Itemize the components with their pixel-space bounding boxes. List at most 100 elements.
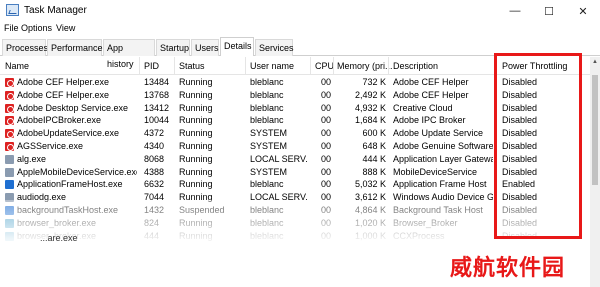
- tab-processes[interactable]: Processes: [2, 39, 48, 56]
- cell-memory: 648 K: [362, 141, 386, 151]
- menu-bar: File Options View: [0, 22, 600, 36]
- cell-status: Running: [179, 179, 213, 190]
- vertical-scrollbar[interactable]: ▲: [590, 57, 600, 287]
- scroll-thumb[interactable]: [592, 75, 598, 185]
- cell-status: Running: [179, 153, 213, 164]
- truncated-process-name: ...are.exe: [40, 233, 78, 243]
- tab-app-history[interactable]: App history: [103, 39, 155, 69]
- cell-name: alg.exe: [17, 153, 47, 164]
- cell-cpu: 00: [320, 166, 331, 177]
- cell-pid: 13768: [144, 89, 170, 100]
- adobe-app-icon: [5, 142, 14, 151]
- menu-view[interactable]: View: [56, 23, 75, 33]
- cell-status: Running: [179, 128, 213, 139]
- tab-details[interactable]: Details: [220, 37, 254, 56]
- cell-cpu: 00: [320, 153, 331, 164]
- cell-status: Running: [179, 77, 213, 87]
- tab-users[interactable]: Users: [191, 39, 219, 56]
- cell-user: LOCAL SERV...: [250, 153, 308, 164]
- cell-description: Adobe Update Service: [393, 128, 484, 139]
- cell-name: AdobeIPCBroker.exe: [17, 115, 102, 126]
- cell-name: Adobe Desktop Service.exe: [17, 102, 129, 113]
- adobe-app-icon: [5, 116, 14, 126]
- cell-description: Creative Cloud: [393, 102, 453, 113]
- cell-memory: 4,932 K: [354, 102, 386, 113]
- cell-user: bleblanc: [250, 89, 284, 100]
- minimize-button[interactable]: —: [498, 0, 532, 22]
- header-divider[interactable]: [310, 57, 311, 75]
- cell-user: SYSTEM: [250, 128, 288, 139]
- cell-user: SYSTEM: [250, 141, 288, 151]
- cell-memory: 2,492 K: [354, 89, 386, 100]
- process-icon: [5, 154, 14, 164]
- tab-performance[interactable]: Performance: [47, 39, 103, 56]
- cell-cpu: 00: [320, 89, 331, 100]
- cell-name: ApplicationFrameHost.exe: [17, 179, 123, 190]
- header-user-name[interactable]: User name: [250, 61, 294, 71]
- cell-status: Running: [179, 102, 213, 113]
- header-name[interactable]: Name: [5, 61, 29, 71]
- close-button[interactable]: ✕: [566, 0, 600, 22]
- cell-memory: 5,032 K: [354, 179, 386, 190]
- cell-user: bleblanc: [250, 115, 284, 126]
- tab-services[interactable]: Services: [255, 39, 294, 56]
- adobe-app-icon: [5, 90, 14, 100]
- cell-description: Adobe CEF Helper: [393, 89, 469, 100]
- cell-user: bleblanc: [250, 102, 284, 113]
- cell-cpu: 00: [320, 128, 331, 139]
- cell-pid: 4340: [144, 141, 165, 151]
- cell-memory: 732 K: [362, 77, 386, 87]
- adobe-app-icon: [5, 103, 14, 113]
- cell-user: SYSTEM: [250, 166, 288, 177]
- cell-status: Running: [179, 115, 213, 126]
- cell-name: AGSService.exe: [17, 141, 84, 151]
- cell-pid: 13412: [144, 102, 170, 113]
- cell-description: Application Frame Host: [393, 179, 487, 190]
- cell-cpu: 00: [320, 115, 331, 126]
- adobe-app-icon: [5, 78, 14, 87]
- header-divider[interactable]: [174, 57, 175, 75]
- cell-memory: 600 K: [362, 128, 386, 139]
- header-description[interactable]: Description: [393, 61, 438, 71]
- cell-description: MobileDeviceService: [393, 166, 478, 177]
- adobe-app-icon: [5, 129, 14, 139]
- cell-description: Adobe CEF Helper: [393, 77, 469, 87]
- tab-startup[interactable]: Startup: [156, 39, 190, 56]
- cell-pid: 10044: [144, 115, 170, 126]
- cell-memory: 1,684 K: [354, 115, 386, 126]
- header-status[interactable]: Status: [179, 61, 205, 71]
- process-icon: [5, 167, 14, 177]
- cell-cpu: 00: [320, 141, 331, 151]
- power-throttling-highlight: [494, 53, 582, 239]
- cell-user: bleblanc: [250, 77, 284, 87]
- maximize-button[interactable]: ☐: [532, 0, 566, 22]
- cell-user: bleblanc: [250, 179, 284, 190]
- cell-status: Running: [179, 89, 213, 100]
- cell-name: Adobe CEF Helper.exe: [17, 77, 110, 87]
- cell-cpu: 00: [320, 179, 331, 190]
- header-cpu[interactable]: CPU: [315, 61, 334, 71]
- header-divider[interactable]: [333, 57, 334, 75]
- cell-cpu: 00: [320, 77, 331, 87]
- cell-name: Adobe CEF Helper.exe: [17, 89, 110, 100]
- cell-pid: 4388: [144, 166, 165, 177]
- header-memory[interactable]: Memory (pri...: [337, 61, 393, 71]
- cell-memory: 888 K: [362, 166, 386, 177]
- window-title: Task Manager: [24, 5, 87, 16]
- menu-options[interactable]: Options: [21, 23, 52, 33]
- watermark: 威航软件园: [450, 256, 566, 281]
- task-manager-icon: [6, 4, 19, 16]
- header-divider[interactable]: [245, 57, 246, 75]
- header-divider[interactable]: [388, 57, 389, 75]
- cell-pid: 13484: [144, 77, 170, 87]
- cell-name: AppleMobileDeviceService.exe: [17, 166, 137, 177]
- header-divider[interactable]: [139, 57, 140, 75]
- title-bar: Task Manager — ☐ ✕: [0, 0, 600, 22]
- header-pid[interactable]: PID: [144, 61, 159, 71]
- cell-status: Running: [179, 166, 213, 177]
- process-icon: [5, 180, 14, 190]
- cell-cpu: 00: [320, 102, 331, 113]
- menu-file[interactable]: File: [4, 23, 19, 33]
- scroll-up-arrow-icon[interactable]: ▲: [590, 57, 600, 67]
- cell-pid: 6632: [144, 179, 165, 190]
